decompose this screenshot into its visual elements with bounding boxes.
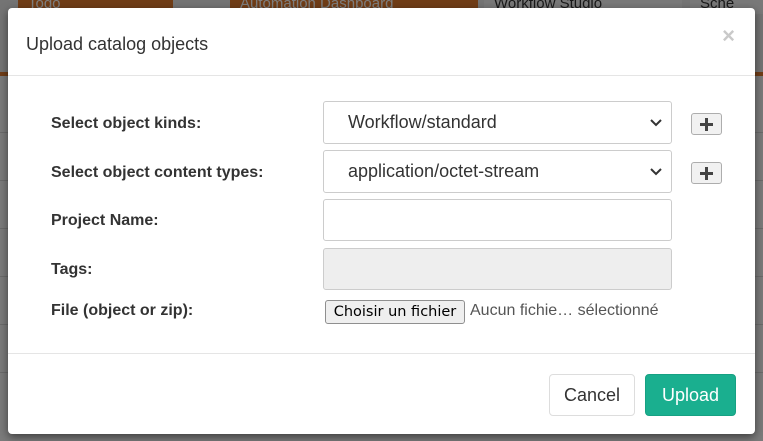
object-kinds-label: Select object kinds: xyxy=(51,115,202,132)
cancel-button[interactable]: Cancel xyxy=(549,374,635,416)
chevron-down-icon xyxy=(650,168,662,176)
content-types-label: Select object content types: xyxy=(51,164,264,181)
object-kinds-select[interactable]: Workflow/standard xyxy=(323,101,672,144)
add-object-kind-button[interactable] xyxy=(691,113,722,135)
file-label: File (object or zip): xyxy=(51,302,194,319)
upload-form: Select object kinds: Workflow/standard S… xyxy=(8,77,755,354)
file-status-text: Aucun fichie… sélectionné xyxy=(470,302,659,319)
tags-input[interactable] xyxy=(323,248,672,290)
add-content-type-button[interactable] xyxy=(691,162,722,184)
upload-button[interactable]: Upload xyxy=(645,374,736,416)
chevron-down-icon xyxy=(650,119,662,127)
tags-label: Tags: xyxy=(51,261,93,278)
content-types-select[interactable]: application/octet-stream xyxy=(323,150,672,193)
project-name-input[interactable] xyxy=(323,199,672,241)
modal-header: Upload catalog objects × xyxy=(8,8,755,76)
object-kinds-selected-value: Workflow/standard xyxy=(348,112,497,132)
close-icon[interactable]: × xyxy=(722,24,735,48)
upload-catalog-objects-dialog: Upload catalog objects × Select object k… xyxy=(8,8,755,434)
modal-title: Upload catalog objects xyxy=(26,34,209,54)
choose-file-button[interactable]: Choisir un fichier xyxy=(325,300,465,324)
project-name-label: Project Name: xyxy=(51,212,159,229)
content-types-selected-value: application/octet-stream xyxy=(348,161,540,181)
